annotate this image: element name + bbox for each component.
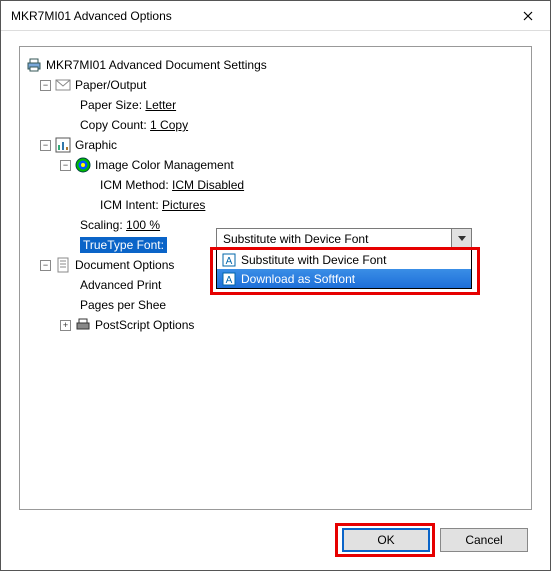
tree-graphic[interactable]: − Graphic [26,135,525,155]
tree-pages-per-sheet[interactable]: Pages per Shee [26,295,525,315]
copy-count-value: 1 Copy [150,118,188,132]
icm-method-value: ICM Disabled [172,178,244,192]
printer-icon [75,317,91,333]
dialog-window: MKR7MI01 Advanced Options MKR7MI01 Advan… [0,0,551,571]
truetype-font-combo-wrap: Substitute with Device Font A Substitute… [216,228,472,289]
chart-icon [55,137,71,153]
printer-icon [26,57,42,73]
combo-option-substitute[interactable]: A Substitute with Device Font [217,250,471,269]
document-icon [55,257,71,273]
advanced-print-label: Advanced Print [80,278,161,292]
tree-postscript-options[interactable]: + PostScript Options [26,315,525,335]
chevron-down-icon [458,236,466,242]
title-bar: MKR7MI01 Advanced Options [1,1,550,31]
icm-method-label: ICM Method: [100,178,169,192]
expand-icon[interactable]: + [60,320,71,331]
combo-selected-text: Substitute with Device Font [217,232,451,246]
icm-intent-value: Pictures [162,198,205,212]
combo-option-label: Download as Softfont [241,272,355,286]
font-icon: A [221,271,237,287]
button-bar: OK Cancel [342,528,528,552]
collapse-icon[interactable]: − [40,140,51,151]
collapse-icon[interactable]: − [60,160,71,171]
scaling-label: Scaling: [80,218,123,232]
truetype-font-label: TrueType Font: [80,237,167,253]
document-options-label: Document Options [75,258,174,272]
truetype-font-dropdown: A Substitute with Device Font A Download… [216,249,472,289]
paper-size-label: Paper Size: [80,98,142,112]
ok-button[interactable]: OK [342,528,430,552]
graphic-label: Graphic [75,138,117,152]
tree-icm-intent[interactable]: ICM Intent: Pictures [26,195,525,215]
tree-copy-count[interactable]: Copy Count: 1 Copy [26,115,525,135]
paper-output-label: Paper/Output [75,78,146,92]
cancel-button[interactable]: Cancel [440,528,528,552]
envelope-icon [55,77,71,93]
tree-root-label: MKR7MI01 Advanced Document Settings [46,58,267,72]
scaling-value: 100 % [126,218,160,232]
icm-label: Image Color Management [95,158,234,172]
combo-dropdown-button[interactable] [451,229,471,249]
close-icon [523,11,533,21]
pages-per-sheet-label: Pages per Shee [80,298,166,312]
close-button[interactable] [505,1,550,31]
svg-text:A: A [226,275,233,286]
copy-count-label: Copy Count: [80,118,147,132]
settings-tree: MKR7MI01 Advanced Document Settings − Pa… [26,55,525,335]
collapse-icon[interactable]: − [40,260,51,271]
truetype-font-combo[interactable]: Substitute with Device Font [216,228,472,250]
color-circle-icon [75,157,91,173]
tree-icm[interactable]: − Image Color Management [26,155,525,175]
svg-text:A: A [226,256,233,267]
collapse-icon[interactable]: − [40,80,51,91]
tree-icm-method[interactable]: ICM Method: ICM Disabled [26,175,525,195]
combo-option-download-softfont[interactable]: A Download as Softfont [217,269,471,288]
icm-intent-label: ICM Intent: [100,198,159,212]
font-icon: A [221,252,237,268]
tree-root[interactable]: MKR7MI01 Advanced Document Settings [26,55,525,75]
tree-panel: MKR7MI01 Advanced Document Settings − Pa… [19,46,532,510]
tree-paper-size[interactable]: Paper Size: Letter [26,95,525,115]
tree-paper-output[interactable]: − Paper/Output [26,75,525,95]
combo-option-label: Substitute with Device Font [241,253,386,267]
postscript-options-label: PostScript Options [95,318,194,332]
window-title: MKR7MI01 Advanced Options [11,9,172,23]
paper-size-value: Letter [145,98,176,112]
